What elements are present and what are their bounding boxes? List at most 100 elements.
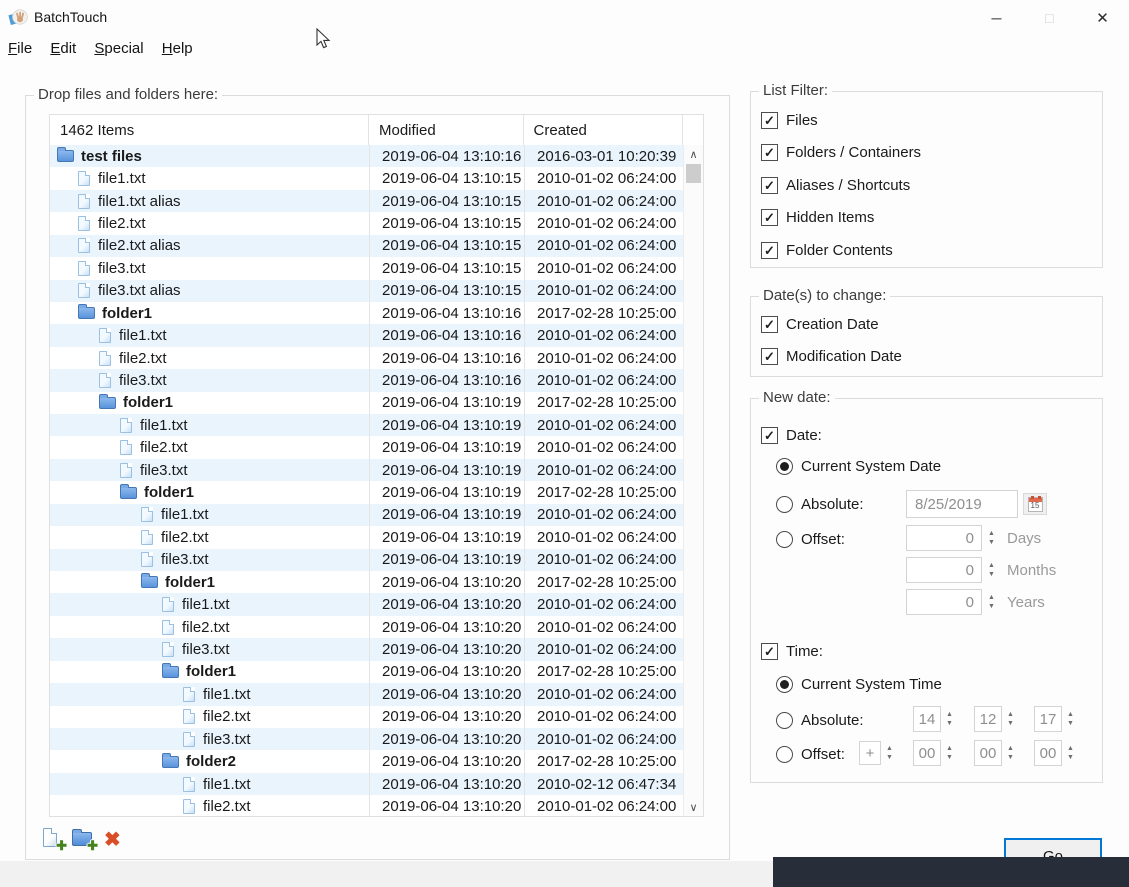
spin-up-icon[interactable]: ▲ [1007,711,1014,718]
spin-up-icon[interactable]: ▲ [1007,745,1014,752]
checkbox-hidden-items[interactable]: ✓ Hidden Items [761,207,874,227]
offset-sign-input[interactable]: + [859,741,881,765]
offset-seconds-input[interactable]: 00 [1034,740,1062,766]
table-row[interactable]: folder12019-06-04 13:10:202017-02-28 10:… [50,571,685,593]
offset-years-spinner[interactable]: ▲ ▼ [984,589,999,615]
minimize-button[interactable]: ─ [970,0,1023,36]
menu-file[interactable]: File [1,36,39,62]
checkbox-date[interactable]: ✓ Date: [761,425,822,445]
absolute-seconds-input[interactable]: 17 [1034,706,1062,732]
spin-up-icon[interactable]: ▲ [988,562,995,569]
spin-down-icon[interactable]: ▼ [886,754,893,761]
spin-up-icon[interactable]: ▲ [946,745,953,752]
checkbox-aliases-shortcuts[interactable]: ✓ Aliases / Shortcuts [761,175,910,195]
offset-minutes-spinner[interactable]: ▲ ▼ [1003,740,1018,766]
table-row[interactable]: file3.txt2019-06-04 13:10:192010-01-02 0… [50,549,685,571]
table-row[interactable]: file3.txt alias2019-06-04 13:10:152010-0… [50,280,685,302]
radio-current-system-time[interactable]: Current System Time [776,674,942,694]
table-row[interactable]: file3.txt2019-06-04 13:10:152010-01-02 0… [50,257,685,279]
offset-hours-input[interactable]: 00 [913,740,941,766]
column-header-items[interactable]: 1462 Items [50,115,369,145]
offset-sign-spinner[interactable]: ▲ ▼ [882,741,897,765]
absolute-minutes-input[interactable]: 12 [974,706,1002,732]
spin-up-icon[interactable]: ▲ [1067,711,1074,718]
table-row[interactable]: folder12019-06-04 13:10:162017-02-28 10:… [50,302,685,324]
checkbox-folder-contents[interactable]: ✓ Folder Contents [761,240,893,260]
spin-down-icon[interactable]: ▼ [988,539,995,546]
scroll-up-button[interactable]: ∧ [684,145,703,163]
spin-down-icon[interactable]: ▼ [946,754,953,761]
spin-down-icon[interactable]: ▼ [1007,720,1014,727]
offset-months-input[interactable]: 0 [906,557,982,583]
radio-current-system-date[interactable]: Current System Date [776,456,941,476]
offset-years-input[interactable]: 0 [906,589,982,615]
spin-down-icon[interactable]: ▼ [1007,754,1014,761]
spin-down-icon[interactable]: ▼ [988,603,995,610]
table-row[interactable]: file2.txt2019-06-04 13:10:152010-01-02 0… [50,212,685,234]
table-row[interactable]: file2.txt alias2019-06-04 13:10:152010-0… [50,235,685,257]
table-row[interactable]: file1.txt2019-06-04 13:10:162010-01-02 0… [50,324,685,346]
table-row[interactable]: folder12019-06-04 13:10:192017-02-28 10:… [50,392,685,414]
table-row[interactable]: folder12019-06-04 13:10:202017-02-28 10:… [50,661,685,683]
table-row[interactable]: file1.txt2019-06-04 13:10:192010-01-02 0… [50,504,685,526]
spin-up-icon[interactable]: ▲ [988,594,995,601]
table-row[interactable]: file3.txt2019-06-04 13:10:192010-01-02 0… [50,459,685,481]
offset-days-input[interactable]: 0 [906,525,982,551]
offset-minutes-input[interactable]: 00 [974,740,1002,766]
column-header-modified[interactable]: Modified [369,115,524,145]
spin-down-icon[interactable]: ▼ [946,720,953,727]
table-row[interactable]: file2.txt2019-06-04 13:10:202010-01-02 0… [50,616,685,638]
table-row[interactable]: file2.txt2019-06-04 13:10:192010-01-02 0… [50,436,685,458]
spin-down-icon[interactable]: ▼ [1067,720,1074,727]
menu-help[interactable]: Help [155,36,200,62]
radio-offset-time[interactable]: Offset: [776,744,845,764]
table-row[interactable]: file1.txt alias2019-06-04 13:10:152010-0… [50,190,685,212]
offset-hours-spinner[interactable]: ▲ ▼ [942,740,957,766]
table-row[interactable]: file1.txt2019-06-04 13:10:192010-01-02 0… [50,414,685,436]
table-row[interactable]: file2.txt2019-06-04 13:10:162010-01-02 0… [50,347,685,369]
table-scrollbar[interactable]: ∧ ∨ [683,145,703,816]
table-row[interactable]: file1.txt2019-06-04 13:10:202010-02-12 0… [50,773,685,795]
drop-zone-group[interactable]: Drop files and folders here: 1462 Items … [25,95,730,860]
offset-days-spinner[interactable]: ▲ ▼ [984,525,999,551]
table-row[interactable]: file2.txt2019-06-04 13:10:202010-01-02 0… [50,795,685,817]
absolute-date-input[interactable]: 8/25/2019 [906,490,1018,518]
spin-down-icon[interactable]: ▼ [988,571,995,578]
spin-down-icon[interactable]: ▼ [1067,754,1074,761]
add-file-button[interactable]: ✚ [41,827,65,851]
table-row[interactable]: folder12019-06-04 13:10:192017-02-28 10:… [50,481,685,503]
absolute-hours-spinner[interactable]: ▲ ▼ [942,706,957,732]
table-row[interactable]: file3.txt2019-06-04 13:10:162010-01-02 0… [50,369,685,391]
table-row[interactable]: test files2019-06-04 13:10:162016-03-01 … [50,145,685,167]
absolute-hours-input[interactable]: 14 [913,706,941,732]
offset-seconds-spinner[interactable]: ▲ ▼ [1063,740,1078,766]
table-row[interactable]: folder22019-06-04 13:10:202017-02-28 10:… [50,750,685,772]
checkbox-folders-containers[interactable]: ✓ Folders / Containers [761,142,921,162]
table-row[interactable]: file1.txt2019-06-04 13:10:152010-01-02 0… [50,167,685,189]
table-row[interactable]: file2.txt2019-06-04 13:10:202010-01-02 0… [50,706,685,728]
menu-edit[interactable]: Edit [43,36,83,62]
spin-up-icon[interactable]: ▲ [946,711,953,718]
checkbox-time[interactable]: ✓ Time: [761,641,823,661]
add-folder-button[interactable]: ✚ [72,827,96,851]
calendar-button[interactable]: 15 [1023,493,1047,515]
scrollbar-thumb[interactable] [686,164,701,183]
spin-up-icon[interactable]: ▲ [886,745,893,752]
scroll-down-button[interactable]: ∨ [684,798,703,816]
spin-up-icon[interactable]: ▲ [1067,745,1074,752]
table-row[interactable]: file2.txt2019-06-04 13:10:192010-01-02 0… [50,526,685,548]
menu-special[interactable]: Special [87,36,150,62]
radio-absolute-date[interactable]: Absolute: [776,494,864,514]
checkbox-files[interactable]: ✓ Files [761,110,818,130]
close-button[interactable]: ✕ [1076,0,1129,36]
remove-button[interactable]: ✖ [103,827,127,851]
radio-offset-date[interactable]: Offset: [776,529,845,549]
spin-up-icon[interactable]: ▲ [988,530,995,537]
radio-absolute-time[interactable]: Absolute: [776,710,864,730]
table-row[interactable]: file3.txt2019-06-04 13:10:202010-01-02 0… [50,638,685,660]
absolute-minutes-spinner[interactable]: ▲ ▼ [1003,706,1018,732]
offset-months-spinner[interactable]: ▲ ▼ [984,557,999,583]
table-row[interactable]: file3.txt2019-06-04 13:10:202010-01-02 0… [50,728,685,750]
absolute-seconds-spinner[interactable]: ▲ ▼ [1063,706,1078,732]
checkbox-modification-date[interactable]: ✓ Modification Date [761,346,902,366]
